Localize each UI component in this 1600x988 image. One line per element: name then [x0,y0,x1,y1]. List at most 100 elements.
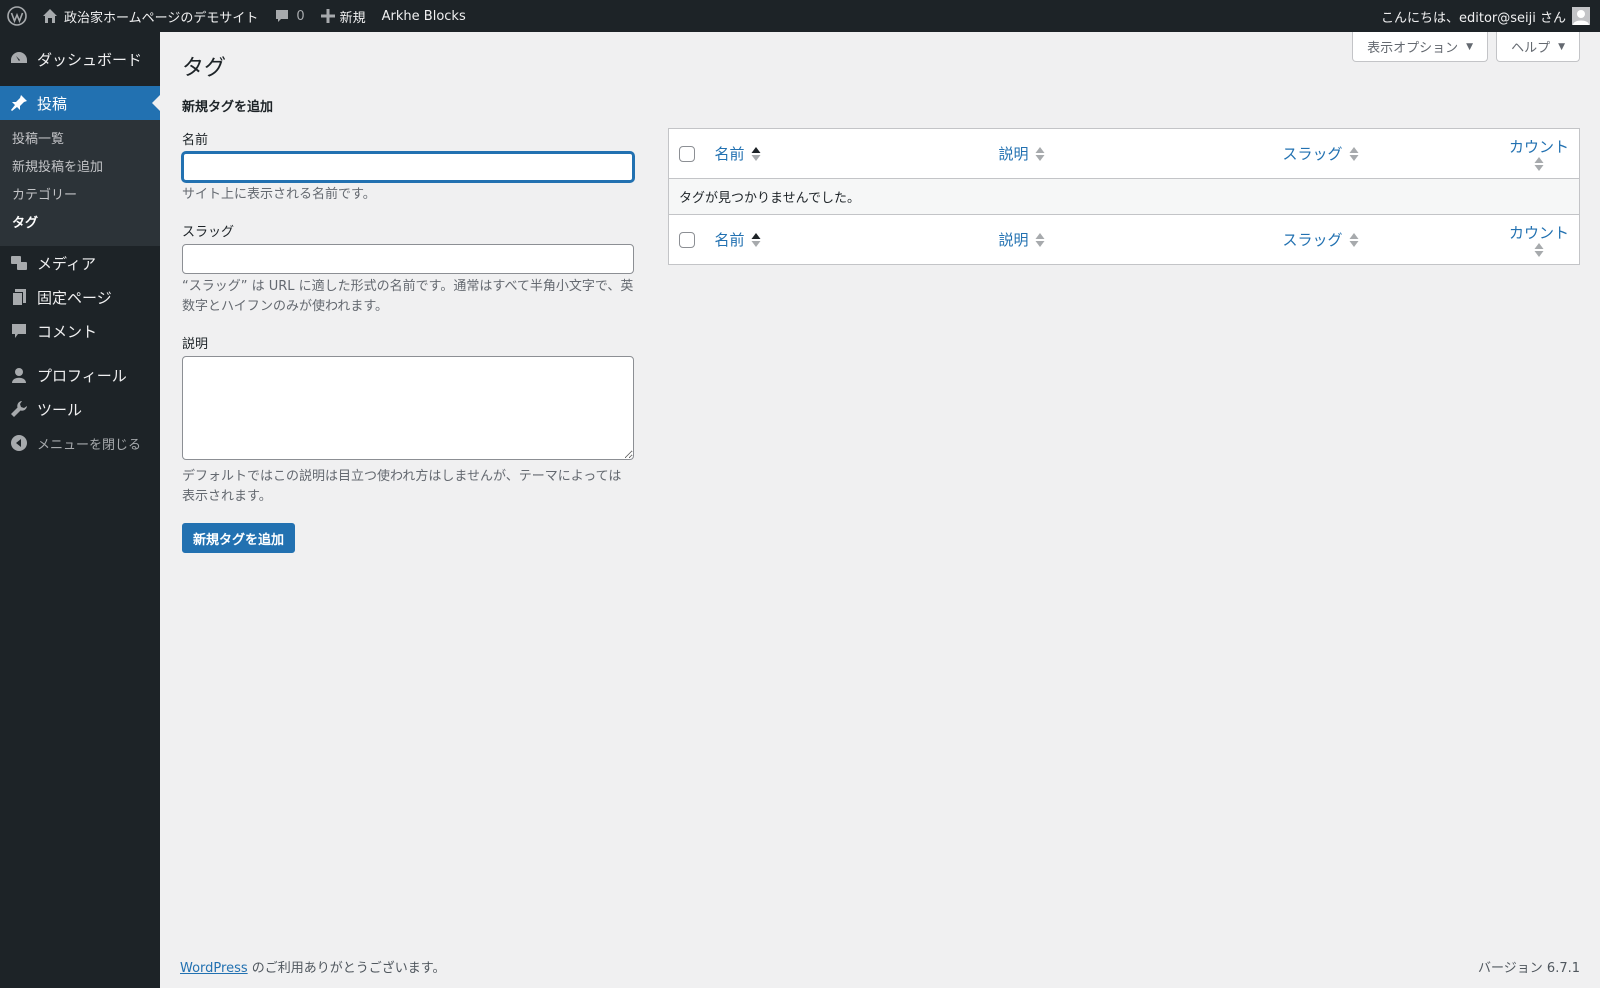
sort-by-name-link[interactable]: 名前 [715,229,761,250]
name-input[interactable] [182,152,634,182]
caret-down-icon: ▼ [1466,41,1474,52]
name-label: 名前 [182,133,209,148]
column-footer-slug: スラッグ [1274,214,1495,265]
select-all-checkbox[interactable] [679,231,695,248]
sidebar-item-label: 投稿 [37,94,68,113]
admin-sidebar: ダッシュボード 投稿 投稿一覧 新規投稿を追加 カテゴリー タグ メディア 固定… [0,32,160,988]
account-menu[interactable]: こんにちは、editor@seiji さん [1373,0,1600,32]
footer-version: バージョン 6.7.1 [1478,961,1580,976]
site-name-link[interactable]: 政治家ホームページのデモサイト [34,0,266,32]
screen-meta-links: 表示オプション ▼ ヘルプ ▼ [1352,32,1580,62]
name-field-group: 名前 サイト上に表示される名前です。 [182,129,634,205]
new-content-link[interactable]: 新規 [313,0,374,32]
caret-down-icon: ▼ [1558,41,1565,52]
slug-input[interactable] [182,244,634,274]
sort-by-count-link[interactable]: カウント [1509,136,1569,171]
add-tag-form: 新規タグを追加 名前 サイト上に表示される名前です。 スラッグ “スラッグ” は… [182,96,634,553]
wordpress-link[interactable]: WordPress [180,961,248,976]
dashboard-icon [9,49,29,69]
home-icon [43,9,57,23]
comments-count: 0 [296,8,305,24]
greeting-text: こんにちは、editor@seiji さん [1381,10,1566,26]
column-label: 名前 [714,231,745,249]
sidebar-item-label: プロフィール [37,366,127,385]
description-label: 説明 [182,337,209,352]
wordpress-logo-icon[interactable] [0,0,34,32]
column-label: カウント [1508,138,1569,156]
sidebar-item-label: コメント [37,322,98,341]
sidebar-item-comments[interactable]: コメント [0,314,160,348]
sidebar-item-label: ダッシュボード [37,50,143,69]
sidebar-item-profile[interactable]: プロフィール [0,358,160,392]
page-icon [9,287,29,307]
submenu-all-posts[interactable]: 投稿一覧 [0,126,160,154]
slug-help-text: “スラッグ” は URL に適した形式の名前です。通常はすべて半角小文字で、英数… [182,279,634,314]
submenu-categories[interactable]: カテゴリー [0,182,160,210]
avatar [1572,7,1590,25]
name-help-text: サイト上に表示される名前です。 [182,187,376,202]
column-label: 説明 [998,145,1029,163]
sort-by-description-link[interactable]: 説明 [999,229,1045,250]
user-icon [9,365,29,385]
sidebar-item-pages[interactable]: 固定ページ [0,280,160,314]
help-button[interactable]: ヘルプ ▼ [1496,32,1580,62]
site-name: 政治家ホームページのデモサイト [64,10,259,26]
admin-bar: 政治家ホームページのデモサイト 0 新規 Arkhe Blocks こんにちは、… [0,0,1600,32]
column-footer-description: 説明 [990,214,1275,265]
sidebar-item-media[interactable]: メディア [0,246,160,280]
collapse-menu-button[interactable]: メニューを閉じる [0,426,160,460]
sort-asc-icon [751,146,761,161]
footer-thanks: WordPress のご利用ありがとうございます。 [180,957,445,976]
sort-by-slug-link[interactable]: スラッグ [1283,143,1359,164]
screen-options-button[interactable]: 表示オプション ▼ [1352,32,1489,62]
new-label: 新規 [339,10,366,26]
select-all-checkbox[interactable] [679,145,695,162]
plus-icon [320,9,335,23]
column-header-count: カウント [1494,128,1580,179]
select-all-cell [668,128,707,179]
table-header-row: 名前 説明 スラッグ カウント [668,128,1580,179]
comments-link[interactable]: 0 [266,0,312,32]
help-label: ヘルプ [1511,41,1551,56]
description-textarea[interactable] [182,356,634,460]
page-title: タグ [182,56,227,81]
footer-thanks-text: のご利用ありがとうございます。 [247,961,446,976]
column-label: スラッグ [1282,145,1343,163]
description-field-group: 説明 デフォルトではこの説明は目立つ使われ方はしませんが、テーマによっては表示さ… [182,333,634,507]
sort-icon [1534,157,1544,171]
collapse-icon [9,433,29,453]
column-header-slug: スラッグ [1274,128,1495,179]
sort-by-description-link[interactable]: 説明 [999,143,1045,164]
sidebar-item-label: 固定ページ [37,288,112,307]
sort-icon [1534,243,1544,257]
table-footer-row: 名前 説明 スラッグ カウント [668,214,1580,265]
slug-field-group: スラッグ “スラッグ” は URL に適した形式の名前です。通常はすべて半角小文… [182,221,634,317]
sort-icon [1035,146,1045,161]
admin-footer: WordPress のご利用ありがとうございます。 バージョン 6.7.1 [180,957,1580,976]
tags-table-container: 名前 説明 スラッグ カウント タグが見つかりませんでした。 名前 説明 スラッ… [668,128,1580,265]
sidebar-item-tools[interactable]: ツール [0,392,160,426]
main-content: 表示オプション ▼ ヘルプ ▼ タグ 新規タグを追加 名前 サイト上に表示される… [180,32,1580,988]
form-heading: 新規タグを追加 [182,100,274,115]
wrench-icon [9,399,29,419]
sidebar-item-dashboard[interactable]: ダッシュボード [0,42,160,76]
arkhe-blocks-link[interactable]: Arkhe Blocks [374,0,474,32]
pin-icon [9,93,29,113]
column-label: 説明 [998,231,1029,249]
tags-table: 名前 説明 スラッグ カウント タグが見つかりませんでした。 名前 説明 スラッ… [668,128,1580,265]
column-footer-name: 名前 [706,214,991,265]
submenu-add-new-post[interactable]: 新規投稿を追加 [0,154,160,182]
screen-options-label: 表示オプション [1367,41,1459,56]
sidebar-item-label: ツール [37,400,83,419]
submenu-tags[interactable]: タグ [0,210,160,238]
comment-icon [276,10,289,22]
sort-by-slug-link[interactable]: スラッグ [1283,229,1359,250]
sort-by-count-link[interactable]: カウント [1509,222,1569,257]
column-header-description: 説明 [990,128,1275,179]
sort-by-name-link[interactable]: 名前 [715,143,761,164]
sort-icon [1349,146,1359,161]
add-new-tag-button[interactable]: 新規タグを追加 [182,523,296,553]
table-row: タグが見つかりませんでした。 [668,178,1580,215]
sidebar-item-label: メニューを閉じる [37,437,142,453]
sidebar-item-posts[interactable]: 投稿 [0,86,160,120]
